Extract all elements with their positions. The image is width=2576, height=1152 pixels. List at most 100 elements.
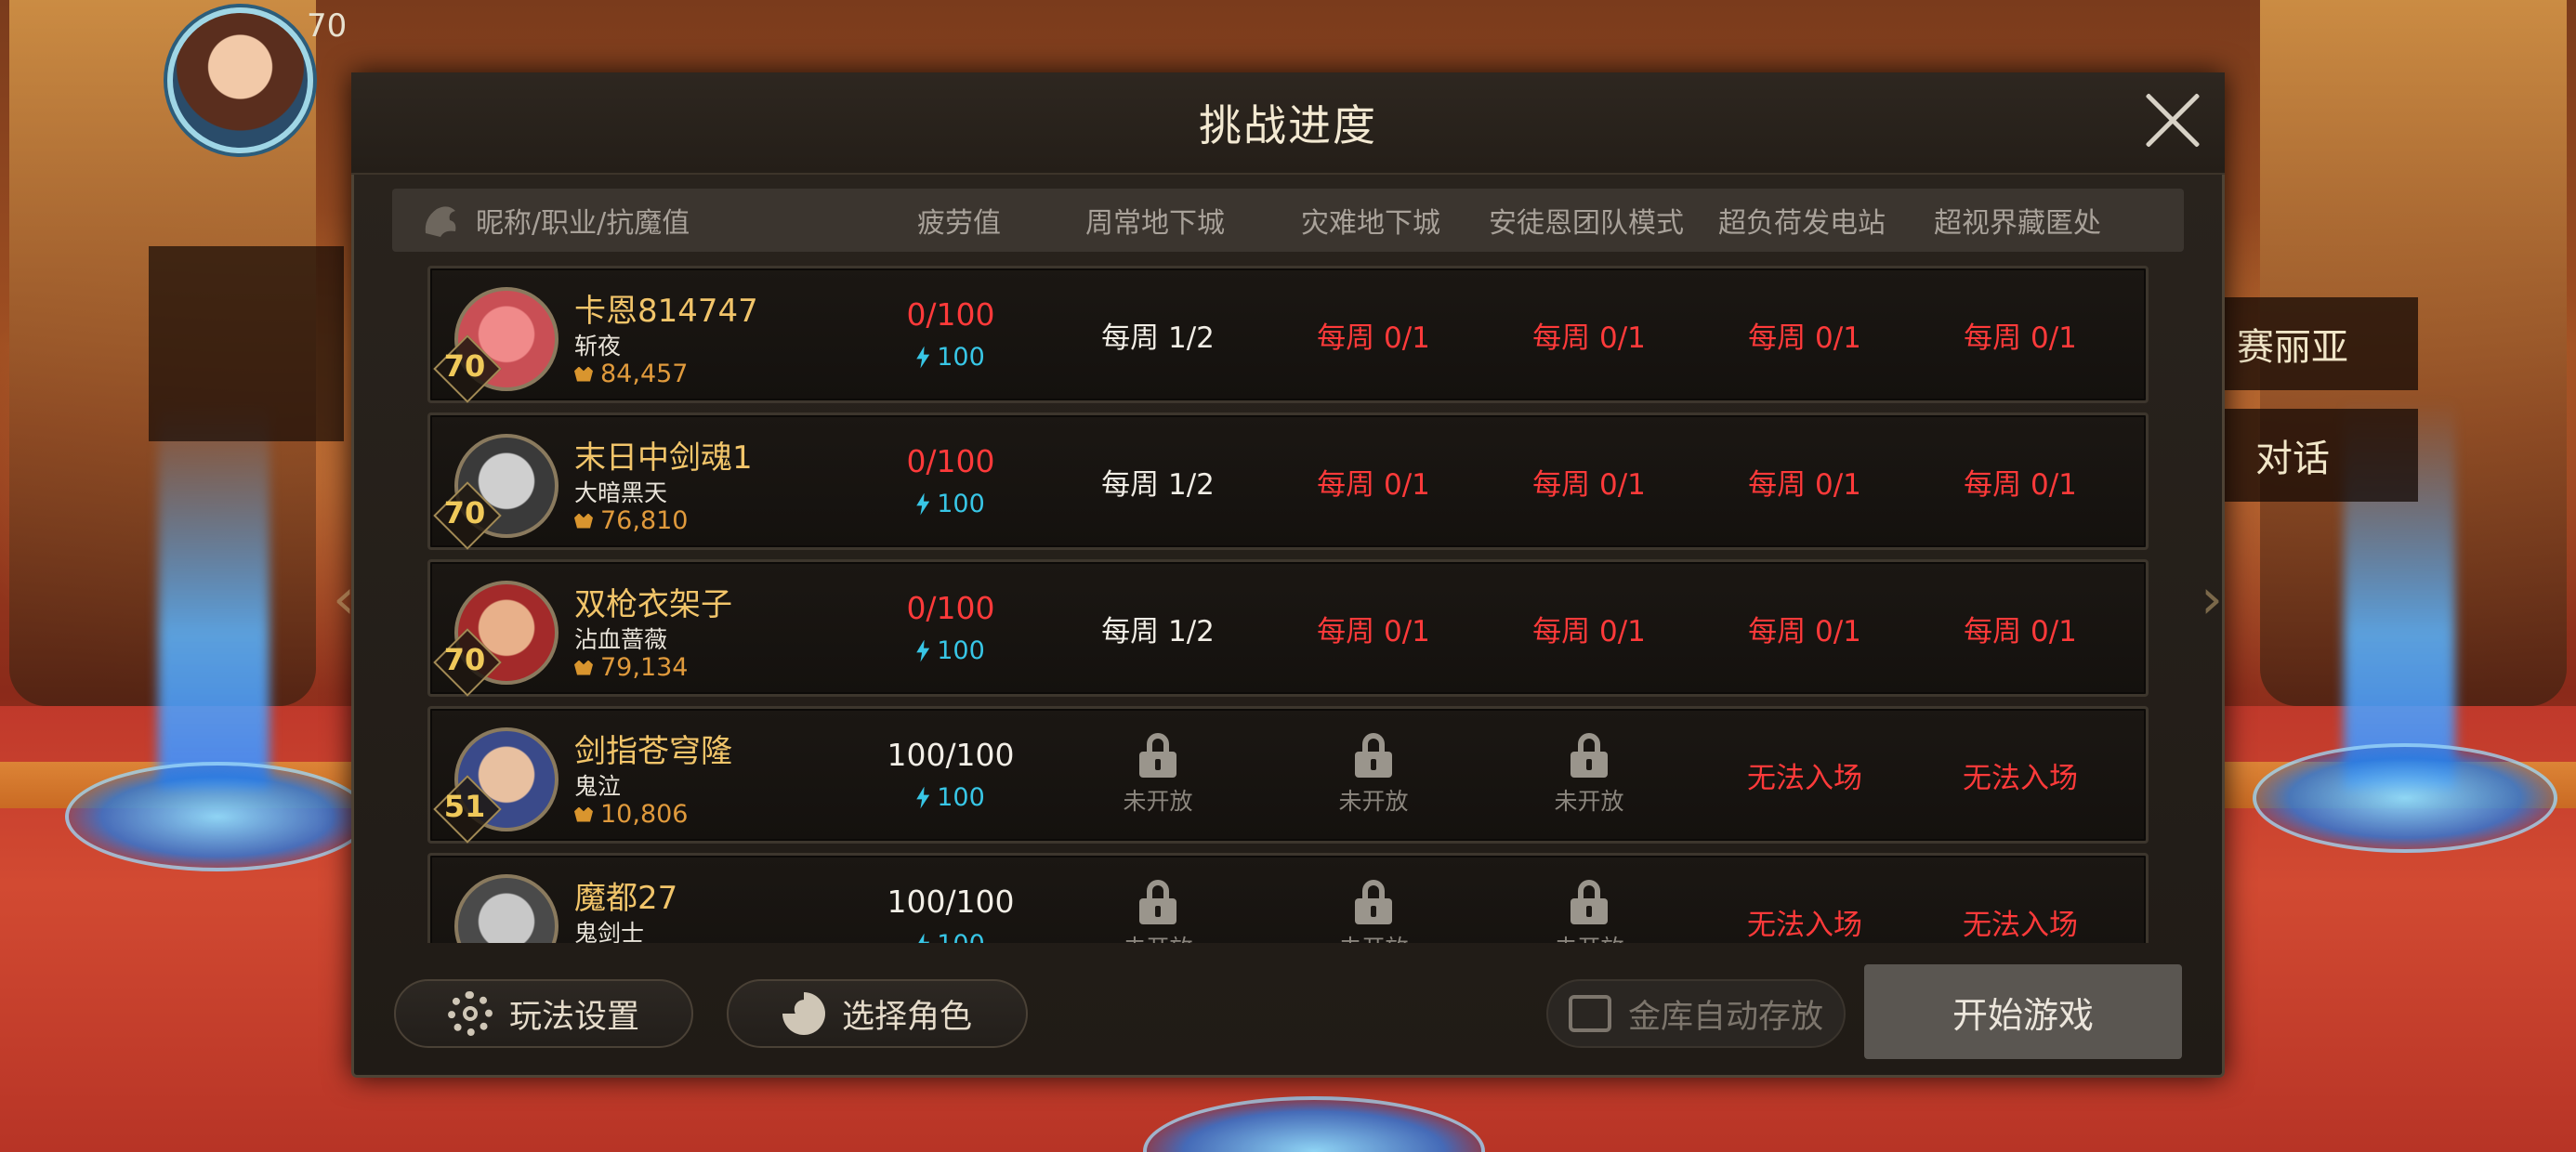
header-overload-station: 超负荷发电站 [1718,207,1886,240]
character-header-icon [425,206,456,237]
status-overload: 每周 0/1 [1748,321,1861,355]
status-overload: 无法入场 [1747,908,1862,942]
lock-icon [1139,880,1176,924]
character-name: 卡恩814747 [574,293,758,330]
status-overload: 每周 0/1 [1748,467,1861,502]
start-game-button[interactable]: 开始游戏 [1864,964,2182,1059]
status-weekly: 未开放 [1051,856,1265,943]
anti-magic-number: 76,810 [600,506,689,535]
anti-magic-number: 84,457 [600,360,689,388]
settings-button-label: 玩法设置 [508,998,639,1036]
status-disaster: 每周 0/1 [1317,321,1430,355]
character-level: 70 [443,495,486,530]
fatigue-value: 0/100 [906,296,995,333]
character-avatar [454,874,559,943]
quest-panel[interactable] [149,246,344,441]
status-hidden: 每周 0/1 [1964,321,2077,355]
status-hidden: 每周 0/1 [1964,614,2077,648]
character-name: 剑指苍穹隆 [574,733,732,770]
status-disaster: 未开放 [1267,856,1480,943]
header-antoine-raid: 安徒恩团队模式 [1489,207,1684,240]
status-disaster: 未开放 [1267,709,1480,841]
character-name: 魔都27 [574,880,678,917]
character-list[interactable]: 70 卡恩814747 斩夜 84,457 0/100 100 每周 1/2 每周 0/1 每周… [392,260,2184,943]
status-antoine: 每周 0/1 [1532,467,1646,502]
lightning-icon [916,786,930,809]
lightning-icon [916,639,930,662]
status-antoine: 每周 0/1 [1532,614,1646,648]
lock-icon [1139,733,1176,778]
close-icon[interactable] [2142,90,2203,151]
lock-icon [1355,880,1392,924]
table-row[interactable]: 70 卡恩814747 斩夜 84,457 0/100 100 每周 1/2 每周 0/1 每周… [427,266,2149,403]
dialog-title: 挑战进度 [351,72,2225,175]
energy-number: 100 [937,490,985,518]
vault-auto-store-label: 金库自动存放 [1627,998,1823,1036]
lock-icon [1355,733,1392,778]
left-light-pillar [158,399,269,790]
table-row[interactable]: 70 末日中剑魂1 大暗黑天 76,810 0/100 100 每周 1/2 每周 0/1 每周… [427,412,2149,550]
energy-value: 100 [867,343,1034,372]
character-job: 沾血蔷薇 [574,626,668,653]
energy-value: 100 [867,930,1034,943]
energy-number: 100 [937,636,985,665]
locked-label: 未开放 [1338,788,1409,815]
table-row[interactable]: 魔都27 鬼剑士 100/100 100 未开放 未开放 未开放 无法入场 无法入场 [427,853,2149,943]
lock-icon [1571,733,1608,778]
player-avatar[interactable] [167,7,313,153]
fatigue-value: 0/100 [906,590,995,626]
status-antoine: 未开放 [1482,709,1696,841]
crown-icon [574,366,593,382]
character-job: 鬼剑士 [574,920,645,943]
lightning-icon [916,933,930,943]
energy-number: 100 [937,343,985,372]
chevron-right-icon[interactable]: › [2201,567,2238,632]
character-name: 双枪衣架子 [574,586,732,623]
anti-magic-value: 10,806 [574,800,688,829]
select-character-label: 选择角色 [841,998,972,1036]
status-overload: 无法入场 [1747,761,1862,795]
status-disaster: 每周 0/1 [1317,614,1430,648]
table-row[interactable]: 70 双枪衣架子沾血蔷薇 79,134 0/100 100 每周 1/2 每周 0/1 每周 … [427,559,2149,697]
header-name: 昵称/职业/抗魔值 [476,207,690,240]
character-job: 鬼泣 [574,773,622,800]
chevron-left-icon[interactable]: ‹ [333,567,370,632]
energy-value: 100 [867,490,1034,518]
header-weekly-dungeon: 周常地下城 [1085,207,1225,240]
character-icon [782,992,825,1035]
table-row[interactable]: 51 剑指苍穹隆 鬼泣 10,806 100/100 100 未开放 未开放 未开放 无法入场 无法… [427,706,2149,844]
safe-icon [1568,995,1611,1032]
gear-icon [447,991,493,1036]
character-job: 大暗黑天 [574,479,668,506]
locked-label: 未开放 [1554,930,1623,943]
settings-button[interactable]: 玩法设置 [394,979,693,1048]
anti-magic-value: 79,134 [574,653,688,682]
locked-label: 未开放 [1123,930,1192,943]
character-job: 斩夜 [574,333,622,360]
anti-magic-number: 79,134 [600,653,689,682]
vault-auto-store-button[interactable]: 金库自动存放 [1546,979,1846,1048]
fatigue-value: 100/100 [887,737,1015,773]
fatigue-value: 0/100 [906,443,995,479]
locked-label: 未开放 [1554,788,1624,815]
left-portal [65,762,370,871]
status-weekly: 每周 1/2 [1101,614,1215,648]
status-antoine: 每周 0/1 [1532,321,1646,355]
status-weekly: 每周 1/2 [1101,467,1215,502]
status-hidden: 无法入场 [1963,908,2078,942]
lightning-icon [916,346,930,369]
anti-magic-value: 84,457 [574,360,688,388]
anti-magic-value: 76,810 [574,506,688,535]
fatigue-value: 100/100 [887,884,1015,920]
player-level: 70 [307,7,348,45]
status-weekly: 未开放 [1051,709,1265,841]
character-level: 51 [443,789,486,824]
energy-value: 100 [867,636,1034,665]
character-level: 70 [443,642,486,677]
character-name: 末日中剑魂1 [574,439,753,477]
anti-magic-number: 10,806 [600,800,689,829]
select-character-button[interactable]: 选择角色 [727,979,1028,1048]
crown-icon [574,513,593,529]
right-portal [2253,743,2557,853]
locked-label: 未开放 [1338,930,1408,943]
